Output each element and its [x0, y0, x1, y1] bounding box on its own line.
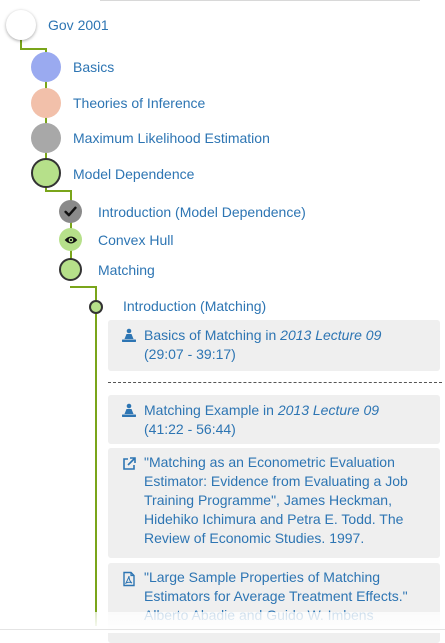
resource-citation-line: Estimators for Average Treatment Effects… — [144, 588, 408, 604]
theories-of-inference-link[interactable]: Theories of Inference — [73, 95, 205, 111]
resource-time: (41:22 - 56:44) — [144, 421, 236, 437]
connector-model-h — [45, 190, 72, 192]
resource-citation-line: "Large Sample Properties of Matching — [144, 569, 381, 585]
model-dependence-node[interactable] — [31, 158, 61, 188]
section-divider — [108, 382, 442, 383]
course-title-link[interactable]: Gov 2001 — [48, 17, 109, 33]
resource-citation-line: Estimator: Evidence from Evaluating a Jo… — [144, 473, 408, 489]
intro-model-dependence-link[interactable]: Introduction (Model Dependence) — [98, 204, 306, 220]
theories-node[interactable] — [31, 88, 61, 118]
convex-hull-node[interactable] — [59, 228, 82, 251]
resource-source: 2013 Lecture 09 — [277, 402, 380, 418]
resource-citation-line: Hidehiko Ichimura and Petra E. Todd. The — [144, 511, 404, 527]
eye-icon — [64, 236, 77, 243]
resource-citation-line: Review of Economic Studies. 1997. — [144, 530, 365, 546]
resource-title: Basics of Matching in — [144, 327, 281, 343]
resource-citation-line: Training Programme", James Heckman, — [144, 492, 392, 508]
resource-citation-line: "Matching as an Econometric Evaluation — [144, 454, 395, 470]
check-icon — [64, 206, 77, 217]
resource-source: 2013 Lecture 09 — [280, 327, 382, 343]
intro-model-dependence-node[interactable] — [59, 200, 82, 223]
resource-title: Matching Example in — [144, 402, 278, 418]
intro-matching-link[interactable]: Introduction (Matching) — [123, 298, 266, 314]
basics-link[interactable]: Basics — [73, 59, 114, 75]
connector-level3 — [95, 286, 97, 626]
root-node[interactable] — [6, 10, 36, 40]
connector-matching-h — [70, 286, 97, 288]
matching-node[interactable] — [59, 258, 82, 281]
intro-matching-node[interactable] — [89, 300, 103, 314]
external-link-icon — [123, 457, 136, 470]
mle-node[interactable] — [31, 123, 61, 153]
pdf-icon — [123, 571, 135, 587]
bottom-divider — [0, 629, 445, 630]
maximum-likelihood-link[interactable]: Maximum Likelihood Estimation — [73, 130, 270, 146]
connector-root-h — [20, 48, 47, 50]
resource-card[interactable]: "Matching as an Econometric Evaluation E… — [108, 448, 440, 558]
model-dependence-link[interactable]: Model Dependence — [73, 166, 194, 182]
basics-node[interactable] — [31, 52, 61, 82]
lecture-icon — [122, 328, 136, 342]
top-divider — [100, 0, 420, 1]
resource-card[interactable]: Basics of Matching in 2013 Lecture 09 (2… — [108, 320, 440, 371]
matching-link[interactable]: Matching — [98, 262, 155, 278]
lecture-icon — [122, 403, 136, 417]
resource-card[interactable]: Matching Example in 2013 Lecture 09 (41:… — [108, 395, 440, 444]
resource-time: (29:07 - 39:17) — [144, 346, 236, 362]
convex-hull-link[interactable]: Convex Hull — [98, 232, 173, 248]
